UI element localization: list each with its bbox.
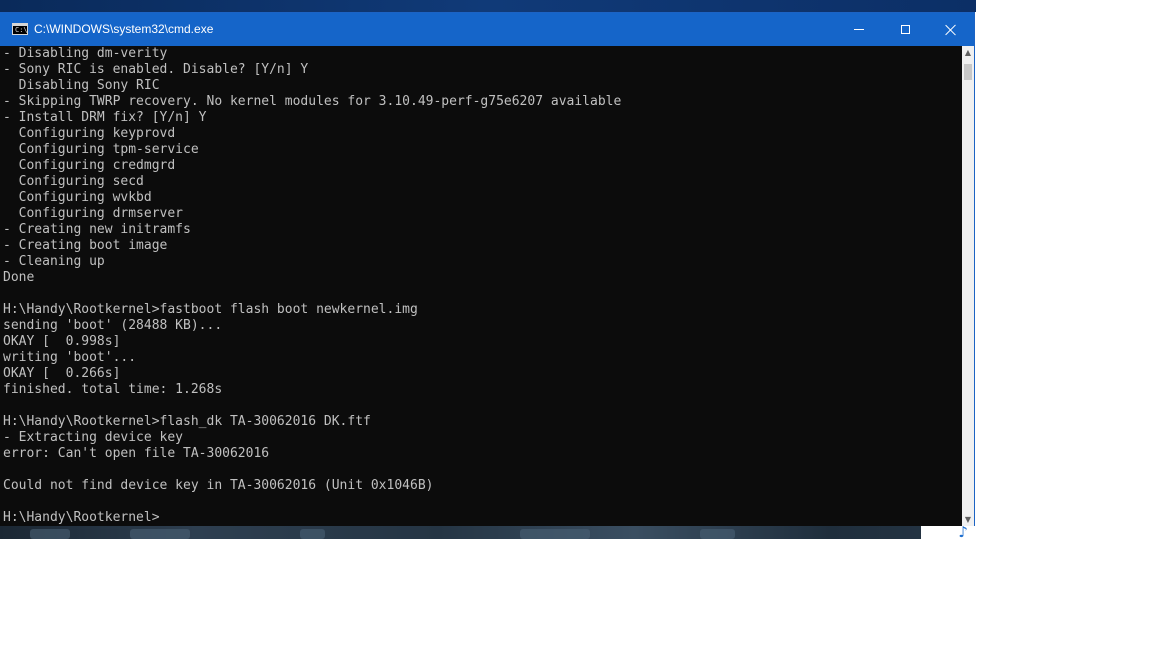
console-line: - Sony RIC is enabled. Disable? [Y/n] Y	[3, 62, 309, 77]
console-line: - Install DRM fix? [Y/n] Y	[3, 110, 207, 125]
minimize-icon	[854, 29, 864, 30]
console-text: - Disabling dm-verity - Sony RIC is enabl…	[0, 46, 962, 526]
console-line: Disabling Sony RIC	[3, 78, 160, 93]
console-line: - Extracting device key	[3, 430, 184, 445]
desktop-background-bottom	[0, 526, 976, 539]
console-line: writing 'boot'...	[3, 350, 137, 365]
close-button[interactable]	[928, 13, 974, 46]
console-line: finished. total time: 1.268s	[3, 382, 223, 397]
cmd-app-icon[interactable]: C:\	[12, 23, 28, 35]
console-line: Could not find device key in TA-30062016…	[3, 478, 434, 493]
vertical-scrollbar[interactable]: ▲ ▼	[962, 46, 974, 526]
cmd-window: C:\ C:\WINDOWS\system32\cmd.exe - Disabl…	[0, 12, 975, 526]
console-line: Configuring drmserver	[3, 206, 184, 221]
console-line: Configuring wvkbd	[3, 190, 152, 205]
console-line: H:\Handy\Rootkernel>	[3, 510, 160, 525]
console-line: Configuring secd	[3, 174, 144, 189]
console-line: - Skipping TWRP recovery. No kernel modu…	[3, 94, 622, 109]
console-line: - Cleaning up	[3, 254, 105, 269]
console-line: Configuring credmgrd	[3, 158, 176, 173]
music-note-icon[interactable]: ♪	[958, 523, 968, 541]
maximize-icon	[900, 25, 910, 34]
taskbar-corner: ♪	[921, 523, 976, 541]
console-line: H:\Handy\Rootkernel>fastboot flash boot …	[3, 302, 418, 317]
desktop-background-top	[0, 0, 976, 12]
close-icon	[945, 24, 957, 36]
console-line: - Creating new initramfs	[3, 222, 191, 237]
console-line: - Disabling dm-verity	[3, 46, 168, 61]
console-line: Configuring keyprovd	[3, 126, 176, 141]
console-output[interactable]: - Disabling dm-verity - Sony RIC is enabl…	[0, 46, 962, 526]
console-line: error: Can't open file TA-30062016	[3, 446, 270, 461]
minimize-button[interactable]	[836, 13, 882, 46]
console-line: Done	[3, 270, 35, 285]
console-line: - Creating boot image	[3, 238, 168, 253]
console-line: H:\Handy\Rootkernel>flash_dk TA-30062016…	[3, 414, 371, 429]
scroll-up-arrow-icon[interactable]: ▲	[962, 46, 974, 59]
console-line: OKAY [ 0.266s]	[3, 366, 121, 381]
window-title: C:\WINDOWS\system32\cmd.exe	[34, 22, 214, 36]
console-line: Configuring tpm-service	[3, 142, 199, 157]
scrollbar-thumb[interactable]	[964, 64, 972, 80]
maximize-button[interactable]	[882, 13, 928, 46]
title-bar[interactable]: C:\ C:\WINDOWS\system32\cmd.exe	[0, 13, 974, 46]
console-line: sending 'boot' (28488 KB)...	[3, 318, 223, 333]
console-line: OKAY [ 0.998s]	[3, 334, 121, 349]
